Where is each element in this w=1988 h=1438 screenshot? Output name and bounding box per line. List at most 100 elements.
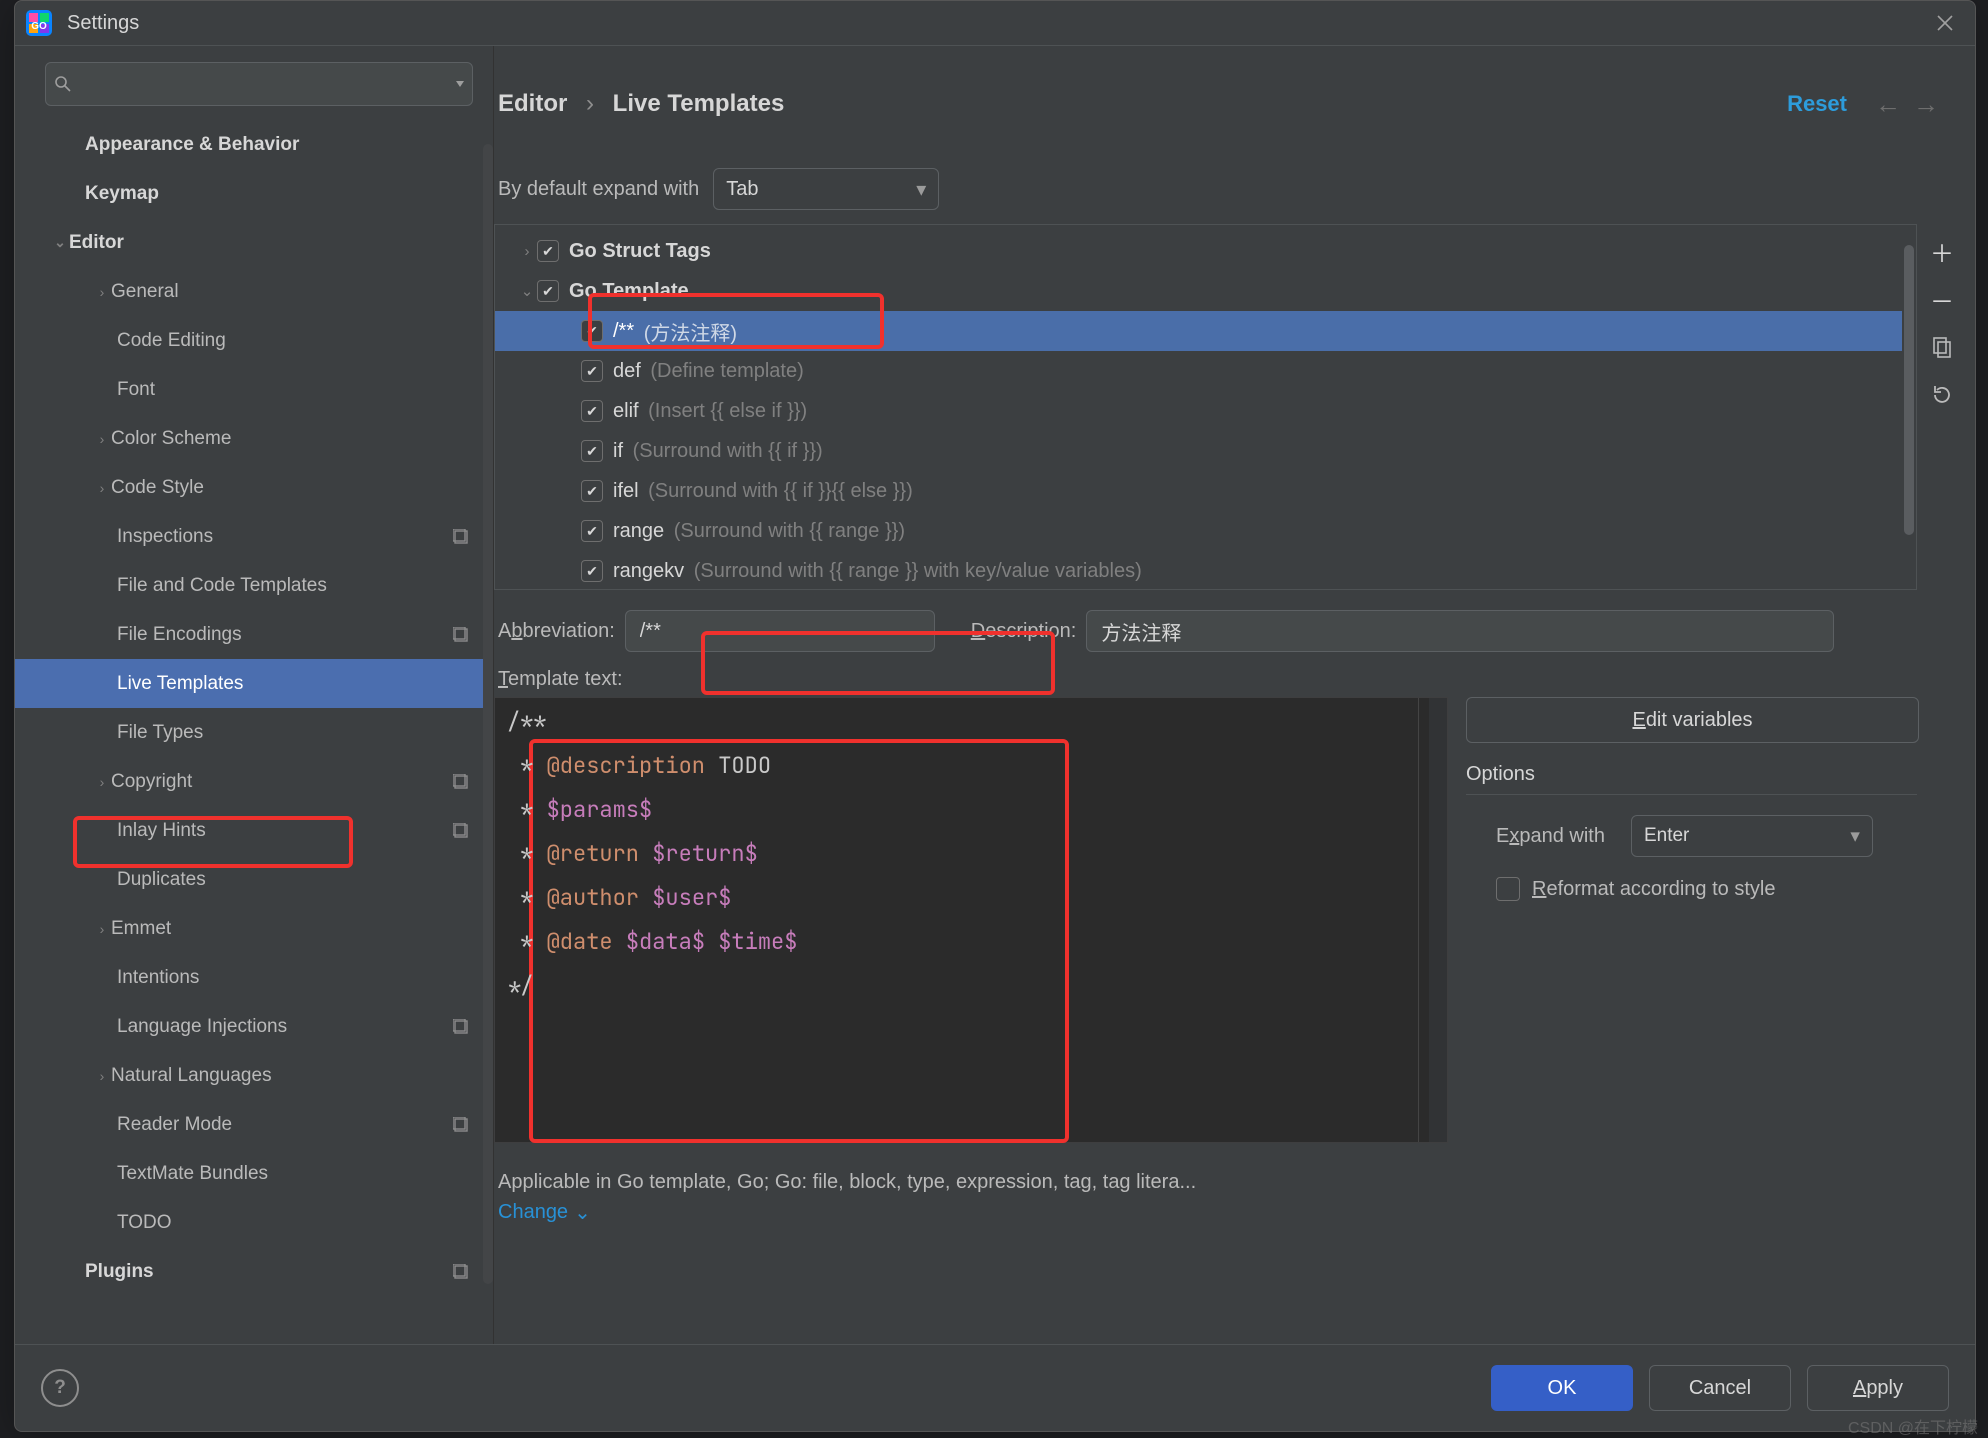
sidebar-item-code-editing[interactable]: Code Editing <box>15 316 493 365</box>
template-text-label: Template text: <box>494 658 1917 697</box>
sidebar-item-label: Copyright <box>111 771 451 793</box>
template-desc: (Surround with {{ if }}{{ else }}) <box>648 480 913 503</box>
template-desc: (Surround with {{ if }}) <box>633 440 823 463</box>
apply-button[interactable]: Apply <box>1807 1365 1949 1411</box>
sidebar-item-code-style[interactable]: ›Code Style <box>15 463 493 512</box>
sidebar-item-todo[interactable]: TODO <box>15 1198 493 1247</box>
template-item[interactable]: ✔elif (Insert {{ else if }}) <box>495 391 1902 431</box>
chevron-down-icon <box>456 81 464 87</box>
copy-icon[interactable] <box>1927 332 1957 362</box>
revert-icon[interactable] <box>1927 380 1957 410</box>
sidebar-item-keymap[interactable]: Keymap <box>15 169 493 218</box>
sidebar-item-label: File and Code Templates <box>117 575 493 597</box>
sidebar-item-label: Natural Languages <box>111 1065 493 1087</box>
scheme-indicator-icon <box>451 772 471 792</box>
checkbox[interactable]: ✔ <box>581 360 603 382</box>
description-input[interactable] <box>1086 610 1834 652</box>
sidebar-scrollbar[interactable] <box>483 144 493 1284</box>
sidebar-item-reader-mode[interactable]: Reader Mode <box>15 1100 493 1149</box>
sidebar-item-label: Editor <box>69 232 493 254</box>
checkbox[interactable]: ✔ <box>581 480 603 502</box>
checkbox[interactable]: ✔ <box>581 400 603 422</box>
sidebar-item-label: Font <box>117 379 493 401</box>
checkbox[interactable]: ✔ <box>581 320 603 342</box>
sidebar-item-inspections[interactable]: Inspections <box>15 512 493 561</box>
checkbox[interactable]: ✔ <box>581 520 603 542</box>
sidebar-item-font[interactable]: Font <box>15 365 493 414</box>
chevron-right-icon: › <box>517 243 537 260</box>
applicable-text: Applicable in Go template, Go; Go: file,… <box>494 1143 1917 1194</box>
sidebar-item-general[interactable]: ›General <box>15 267 493 316</box>
chevron-right-icon: › <box>93 1068 111 1084</box>
abbreviation-input[interactable] <box>625 610 935 652</box>
reformat-checkbox[interactable] <box>1496 877 1520 901</box>
sidebar-item-file-types[interactable]: File Types <box>15 708 493 757</box>
add-icon[interactable]: ＋ <box>1927 236 1957 266</box>
svg-text:GO: GO <box>31 21 47 32</box>
help-icon[interactable]: ? <box>41 1369 79 1407</box>
expand-with-select[interactable]: Tab ▾ <box>713 168 939 210</box>
template-item[interactable]: ✔/** (方法注释) <box>495 311 1902 351</box>
sidebar-item-label: Keymap <box>85 183 493 205</box>
checkbox[interactable]: ✔ <box>537 240 559 262</box>
sidebar-item-editor[interactable]: ⌄Editor <box>15 218 493 267</box>
template-name: if <box>613 440 629 463</box>
sidebar-item-intentions[interactable]: Intentions <box>15 953 493 1002</box>
template-desc: (Define template) <box>650 360 803 383</box>
sidebar-item-textmate-bundles[interactable]: TextMate Bundles <box>15 1149 493 1198</box>
chevron-down-icon: ▾ <box>916 177 926 202</box>
description-label: Description: <box>971 620 1077 643</box>
forward-arrow-icon[interactable]: → <box>1913 89 1939 120</box>
close-icon[interactable] <box>1933 11 1957 35</box>
remove-icon[interactable]: － <box>1927 284 1957 314</box>
template-desc: (Surround with {{ range }}) <box>674 520 905 543</box>
app-icon: GO <box>25 9 53 37</box>
sidebar-item-emmet[interactable]: ›Emmet <box>15 904 493 953</box>
options-expand-with-select[interactable]: Enter ▾ <box>1631 815 1873 857</box>
template-name: /** <box>613 320 640 343</box>
sidebar-item-file-and-code-templates[interactable]: File and Code Templates <box>15 561 493 610</box>
chevron-right-icon: › <box>93 921 111 937</box>
ok-button[interactable]: OK <box>1491 1365 1633 1411</box>
template-name: range <box>613 520 670 543</box>
chevron-down-icon: ▾ <box>1850 825 1860 848</box>
sidebar-item-file-encodings[interactable]: File Encodings <box>15 610 493 659</box>
template-text-editor[interactable]: /** * @description TODO * $params$ * @re… <box>494 697 1448 1143</box>
sidebar-item-inlay-hints[interactable]: Inlay Hints <box>15 806 493 855</box>
sidebar-item-appearance-behavior[interactable]: Appearance & Behavior <box>15 120 493 169</box>
sidebar-item-color-scheme[interactable]: ›Color Scheme <box>15 414 493 463</box>
checkbox[interactable]: ✔ <box>581 440 603 462</box>
template-group[interactable]: ›✔ Go Struct Tags <box>495 231 1902 271</box>
templates-scrollbar[interactable] <box>1902 225 1916 589</box>
template-item[interactable]: ✔rangekv (Surround with {{ range }} with… <box>495 551 1902 589</box>
sidebar-item-natural-languages[interactable]: ›Natural Languages <box>15 1051 493 1100</box>
edit-variables-button[interactable]: Edit variables <box>1466 697 1919 743</box>
sidebar-item-plugins[interactable]: Plugins <box>15 1247 493 1296</box>
template-item[interactable]: ✔def (Define template) <box>495 351 1902 391</box>
search-input[interactable] <box>45 62 473 106</box>
chevron-down-icon: ⌄ <box>574 1200 591 1225</box>
template-item[interactable]: ✔ifel (Surround with {{ if }}{{ else }}) <box>495 471 1902 511</box>
sidebar-item-duplicates[interactable]: Duplicates <box>15 855 493 904</box>
scheme-indicator-icon <box>451 1262 471 1282</box>
template-group[interactable]: ⌄✔Go Template <box>495 271 1902 311</box>
sidebar-item-copyright[interactable]: ›Copyright <box>15 757 493 806</box>
template-name: Go Struct Tags <box>569 240 711 263</box>
sidebar-item-live-templates[interactable]: Live Templates <box>15 659 493 708</box>
options-expand-with-label: Expand with <box>1496 825 1605 848</box>
reset-button[interactable]: Reset <box>1787 91 1847 117</box>
sidebar-item-label: TextMate Bundles <box>117 1163 493 1185</box>
sidebar-item-label: Code Editing <box>117 330 493 352</box>
template-item[interactable]: ✔ range (Surround with {{ range }}) <box>495 511 1902 551</box>
template-name: elif <box>613 400 644 423</box>
change-link[interactable]: Change ⌄ <box>494 1194 1917 1225</box>
sidebar-item-language-injections[interactable]: Language Injections <box>15 1002 493 1051</box>
template-item[interactable]: ✔ if (Surround with {{ if }}) <box>495 431 1902 471</box>
expand-with-label: By default expand with <box>498 178 699 201</box>
sidebar-item-label: Language Injections <box>117 1016 451 1038</box>
checkbox[interactable]: ✔ <box>581 560 603 582</box>
back-arrow-icon[interactable]: ← <box>1875 89 1901 120</box>
cancel-button[interactable]: Cancel <box>1649 1365 1791 1411</box>
checkbox[interactable]: ✔ <box>537 280 559 302</box>
reformat-label: Reformat according to style <box>1532 878 1775 901</box>
